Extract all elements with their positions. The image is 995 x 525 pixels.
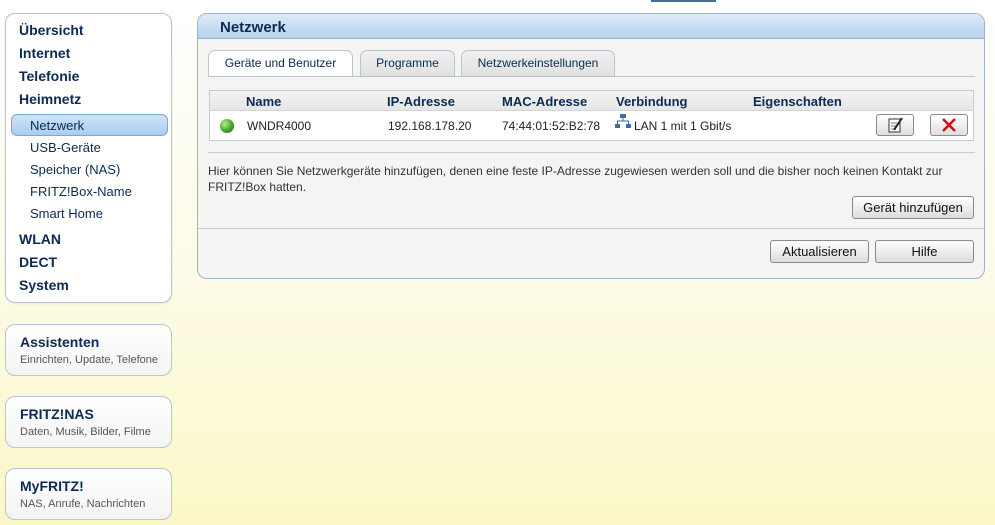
top-tab-indicator	[651, 0, 716, 2]
column-header-ip[interactable]: IP-Adresse	[387, 94, 455, 109]
panel-header: Netzwerk	[198, 14, 984, 39]
tab-geraete-und-benutzer[interactable]: Geräte und Benutzer	[208, 50, 353, 77]
help-button[interactable]: Hilfe	[875, 240, 974, 263]
netzwerk-panel: Netzwerk Geräte und Benutzer Programme N…	[197, 13, 985, 279]
myfritz-title: MyFRITZ!	[20, 478, 84, 494]
device-name: WNDR4000	[247, 119, 312, 133]
content-divider	[208, 152, 975, 153]
fritznas-box[interactable]: FRITZ!NAS Daten, Musik, Bilder, Filme	[5, 396, 172, 448]
fritznas-title: FRITZ!NAS	[20, 406, 94, 422]
nav-system[interactable]: System	[19, 277, 69, 293]
device-table: Name IP-Adresse MAC-Adresse Verbindung E…	[209, 90, 974, 141]
tab-divider	[208, 76, 975, 77]
nav-wlan[interactable]: WLAN	[19, 231, 61, 247]
nav-heimnetz[interactable]: Heimnetz	[19, 91, 81, 107]
info-text: Hier können Sie Netzwerkgeräte hinzufüge…	[208, 164, 943, 194]
globe-icon	[220, 119, 234, 133]
column-header-name[interactable]: Name	[246, 94, 281, 109]
tab-netzwerkeinstellungen[interactable]: Netzwerkeinstellungen	[461, 50, 615, 76]
edit-icon	[888, 117, 903, 133]
device-ip: 192.168.178.20	[388, 119, 472, 133]
column-header-properties[interactable]: Eigenschaften	[753, 94, 842, 109]
delete-device-button[interactable]	[930, 114, 968, 136]
assistenten-box[interactable]: Assistenten Einrichten, Update, Telefone	[5, 324, 172, 376]
device-connection: LAN 1 mit 1 Gbit/s	[634, 119, 732, 133]
nav-dect[interactable]: DECT	[19, 254, 57, 270]
assistenten-title: Assistenten	[20, 334, 100, 350]
fritznas-subtitle: Daten, Musik, Bilder, Filme	[20, 426, 151, 438]
nav-sub-netzwerk[interactable]: Netzwerk	[11, 114, 168, 136]
add-device-button[interactable]: Gerät hinzufügen	[852, 196, 974, 219]
column-header-mac[interactable]: MAC-Adresse	[502, 94, 587, 109]
assistenten-subtitle: Einrichten, Update, Telefone	[20, 354, 158, 366]
footer-divider	[198, 228, 984, 229]
lan-network-icon	[615, 114, 631, 128]
nav-sub-nas[interactable]: Speicher (NAS)	[30, 162, 120, 177]
nav-sub-smarthome[interactable]: Smart Home	[30, 206, 103, 221]
nav-sub-boxname[interactable]: FRITZ!Box-Name	[30, 184, 132, 199]
refresh-button[interactable]: Aktualisieren	[770, 240, 869, 263]
myfritz-subtitle: NAS, Anrufe, Nachrichten	[20, 498, 146, 510]
edit-device-button[interactable]	[876, 114, 914, 136]
nav-uebersicht[interactable]: Übersicht	[19, 22, 84, 38]
nav-sub-netzwerk-label: Netzwerk	[30, 118, 85, 133]
column-header-connection[interactable]: Verbindung	[616, 94, 688, 109]
nav-telefonie[interactable]: Telefonie	[19, 68, 79, 84]
tab-programme[interactable]: Programme	[360, 50, 455, 76]
delete-icon	[942, 118, 956, 132]
nav-sub-usb[interactable]: USB-Geräte	[30, 140, 101, 155]
table-header: Name IP-Adresse MAC-Adresse Verbindung E…	[210, 91, 973, 111]
main-navigation: Übersicht Internet Telefonie Heimnetz Ne…	[5, 13, 172, 303]
panel-title: Netzwerk	[220, 19, 286, 36]
myfritz-box[interactable]: MyFRITZ! NAS, Anrufe, Nachrichten	[5, 468, 172, 520]
device-mac: 74:44:01:52:B2:78	[502, 119, 601, 133]
nav-internet[interactable]: Internet	[19, 45, 70, 61]
